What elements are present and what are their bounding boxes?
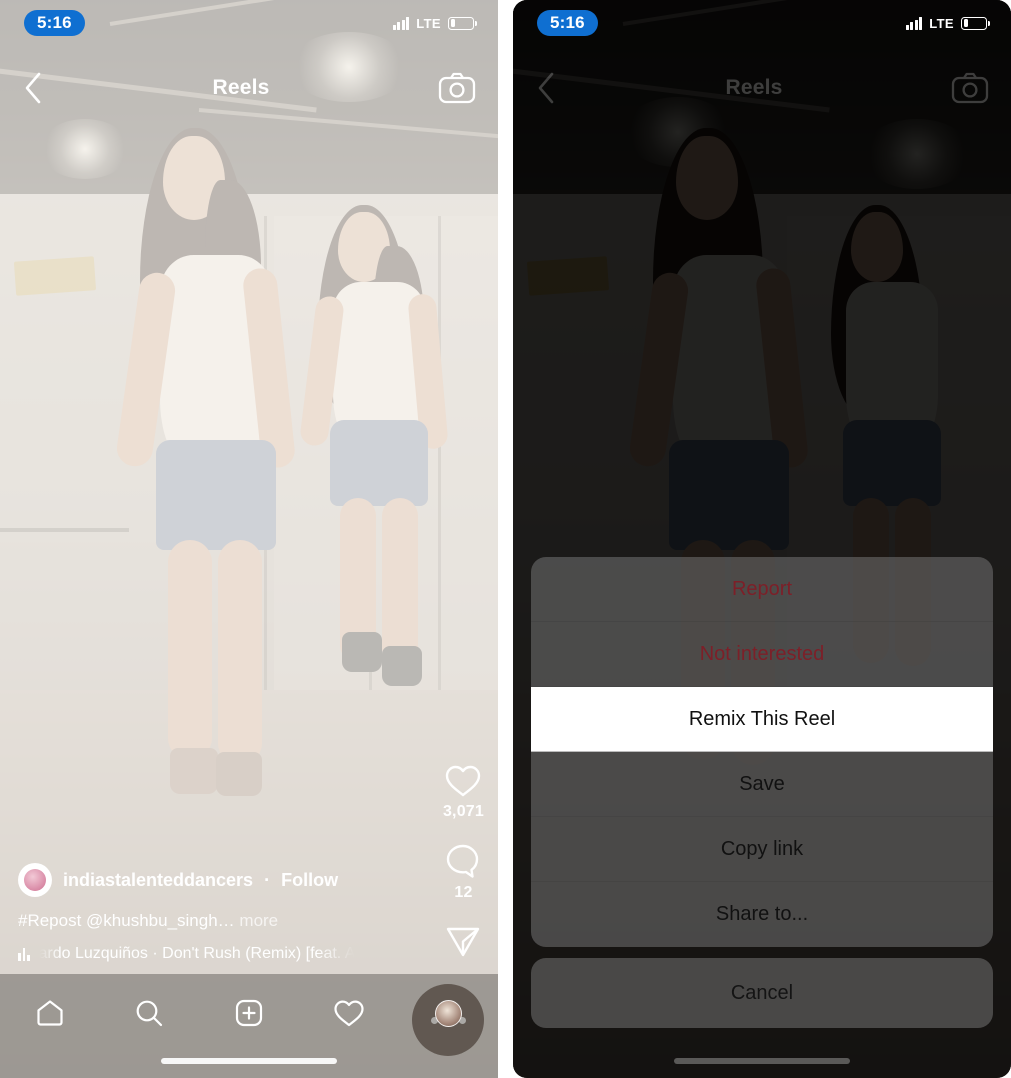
status-indicators: LTE bbox=[392, 15, 477, 31]
status-time: 5:16 bbox=[537, 10, 598, 36]
camera-icon bbox=[951, 72, 989, 104]
tab-activity[interactable] bbox=[320, 990, 378, 1036]
share-button[interactable] bbox=[444, 922, 482, 960]
network-type-label: LTE bbox=[929, 15, 954, 31]
signal-bars-icon bbox=[905, 16, 923, 30]
page-title: Reels bbox=[725, 76, 783, 99]
author-row[interactable]: indiastalenteddancers · Follow bbox=[18, 863, 382, 897]
reels-header: Reels bbox=[0, 60, 498, 116]
separator-dot: · bbox=[264, 869, 271, 890]
audio-track-name: ardo Luzquiños · Don't Rush (Remix) [fea… bbox=[38, 945, 356, 962]
action-sheet-item-remix-this-reel[interactable]: Remix This Reel bbox=[531, 687, 993, 752]
author-username[interactable]: indiastalenteddancers bbox=[63, 870, 253, 891]
action-sheet-item-label: Save bbox=[739, 772, 785, 795]
action-sheet: Report Not interested Remix This Reel Save C… bbox=[531, 557, 993, 1028]
action-sheet-item-label: Share to... bbox=[715, 903, 809, 925]
tab-profile[interactable] bbox=[419, 990, 477, 1036]
battery-low-icon bbox=[448, 16, 477, 30]
screenshot-stage: 5:16 LTE Reels 3,071 12 indiastalentedda… bbox=[0, 0, 1011, 1078]
cancel-button[interactable]: Cancel bbox=[531, 958, 993, 1028]
reel-action-rail: 3,071 12 bbox=[443, 764, 484, 960]
follow-button[interactable]: Follow bbox=[281, 870, 338, 891]
search-icon bbox=[136, 1000, 163, 1027]
like-button[interactable]: 3,071 bbox=[443, 764, 484, 821]
action-sheet-item-label: Not interested bbox=[699, 642, 825, 665]
back-button[interactable] bbox=[535, 71, 557, 105]
battery-low-icon bbox=[961, 16, 990, 30]
status-bar: 5:16 LTE bbox=[513, 0, 1011, 46]
wall-sign bbox=[13, 255, 96, 296]
action-sheet-item-label: Copy link bbox=[720, 837, 804, 860]
action-sheet-item-copy-link[interactable]: Copy link bbox=[531, 817, 993, 882]
phone-screen-reel-view: 5:16 LTE Reels 3,071 12 indiastalentedda… bbox=[0, 0, 498, 1078]
network-type-label: LTE bbox=[416, 15, 441, 31]
audio-waveform-icon bbox=[18, 947, 30, 961]
home-indicator bbox=[674, 1058, 850, 1064]
comment-bubble-icon bbox=[447, 844, 479, 878]
avatar[interactable] bbox=[18, 863, 52, 897]
caption-more-link[interactable]: more bbox=[239, 911, 278, 930]
heart-icon bbox=[446, 765, 481, 797]
status-indicators: LTE bbox=[905, 15, 990, 31]
like-count: 3,071 bbox=[442, 803, 484, 820]
home-icon bbox=[37, 1000, 63, 1026]
status-time: 5:16 bbox=[24, 10, 85, 36]
page-title: Reels bbox=[212, 76, 270, 99]
home-indicator bbox=[161, 1058, 337, 1064]
comment-button[interactable]: 12 bbox=[444, 843, 482, 902]
audio-row[interactable]: ardo Luzquiños · Don't Rush (Remix) [fea… bbox=[18, 945, 382, 963]
floor-edge bbox=[0, 528, 130, 533]
plus-square-icon bbox=[235, 999, 263, 1027]
action-sheet-item-not-interested[interactable]: Not interested bbox=[531, 622, 993, 687]
wall-seam bbox=[438, 215, 442, 712]
action-sheet-item-report[interactable]: Report bbox=[531, 557, 993, 622]
comment-count: 12 bbox=[454, 884, 473, 901]
action-sheet-item-label: Report bbox=[731, 577, 793, 600]
profile-avatar-icon bbox=[434, 999, 462, 1027]
camera-button[interactable] bbox=[951, 72, 989, 104]
chevron-left-icon bbox=[25, 72, 41, 104]
action-sheet-item-save[interactable]: Save bbox=[531, 752, 993, 817]
reel-meta: indiastalenteddancers · Follow #Repost @… bbox=[0, 863, 400, 963]
tab-create[interactable] bbox=[220, 990, 278, 1036]
camera-button[interactable] bbox=[438, 72, 476, 104]
heart-icon bbox=[333, 1000, 364, 1026]
tab-bar bbox=[0, 974, 498, 1078]
ceiling-light bbox=[39, 118, 130, 179]
tab-search[interactable] bbox=[120, 990, 178, 1036]
action-sheet-item-share-to[interactable]: Share to... bbox=[531, 882, 993, 947]
tab-home[interactable] bbox=[21, 990, 79, 1036]
phone-screen-action-sheet-view: 5:16 LTE Reels Report Not interested Rem… bbox=[513, 0, 1011, 1078]
action-sheet-item-label: Remix This Reel bbox=[688, 707, 836, 730]
action-sheet-options: Report Not interested Remix This Reel Save C… bbox=[531, 557, 993, 947]
reel-caption[interactable]: #Repost @khushbu_singh… more bbox=[18, 911, 382, 931]
caption-text: #Repost @khushbu_singh… bbox=[18, 911, 235, 930]
reels-header: Reels bbox=[513, 60, 1011, 116]
camera-icon bbox=[438, 72, 476, 104]
paper-plane-icon bbox=[447, 927, 480, 957]
status-bar: 5:16 LTE bbox=[0, 0, 498, 46]
signal-bars-icon bbox=[392, 16, 410, 30]
back-button[interactable] bbox=[22, 71, 44, 105]
chevron-left-icon bbox=[538, 72, 554, 104]
